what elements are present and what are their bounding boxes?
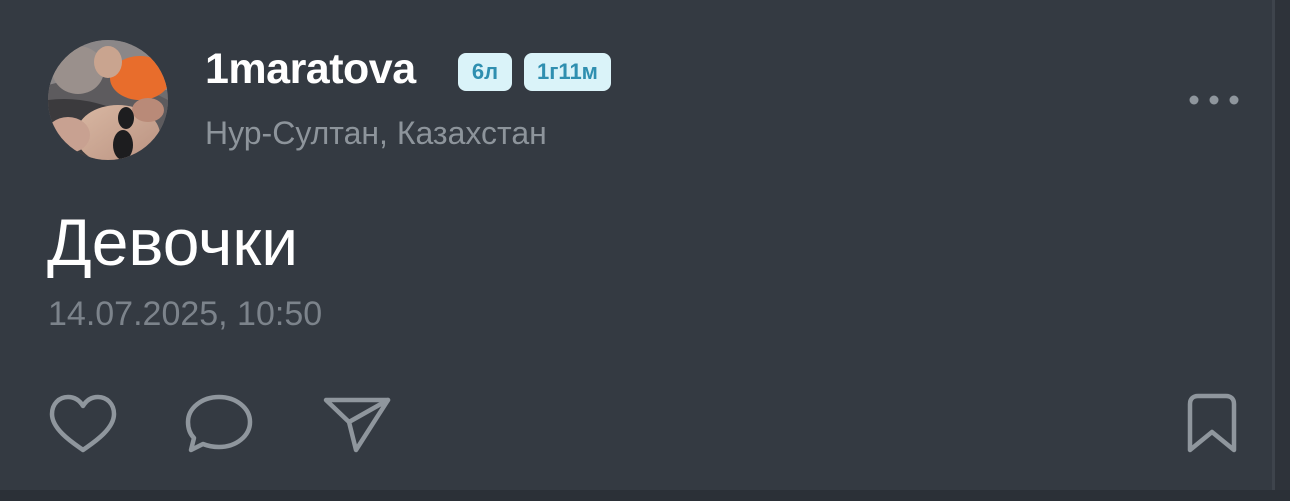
post-card: 1maratova 6л 1г11м Нур-Султан, Казахстан…	[0, 0, 1290, 490]
post-timestamp: 14.07.2025, 10:50	[48, 295, 323, 333]
avatar-photo	[48, 40, 168, 160]
paper-plane-icon	[323, 397, 391, 453]
comment-button[interactable]	[184, 392, 254, 458]
more-horizontal-icon	[1189, 95, 1239, 105]
share-button[interactable]	[322, 392, 392, 458]
post-divider	[0, 490, 1290, 501]
age-badge: 6л	[458, 53, 512, 91]
membership-badge: 1г11м	[524, 53, 611, 91]
bookmark-icon	[1187, 393, 1237, 453]
post-text: Девочки	[47, 205, 299, 279]
more-options-button[interactable]	[1180, 84, 1244, 116]
comment-bubble-icon	[185, 394, 253, 453]
edge-divider	[1272, 0, 1275, 490]
avatar[interactable]	[48, 40, 168, 160]
like-button[interactable]	[48, 392, 118, 458]
location[interactable]: Нур-Султан, Казахстан	[205, 114, 547, 152]
bookmark-button[interactable]	[1180, 392, 1244, 458]
heart-icon	[49, 394, 117, 453]
username[interactable]: 1maratova	[205, 42, 416, 96]
